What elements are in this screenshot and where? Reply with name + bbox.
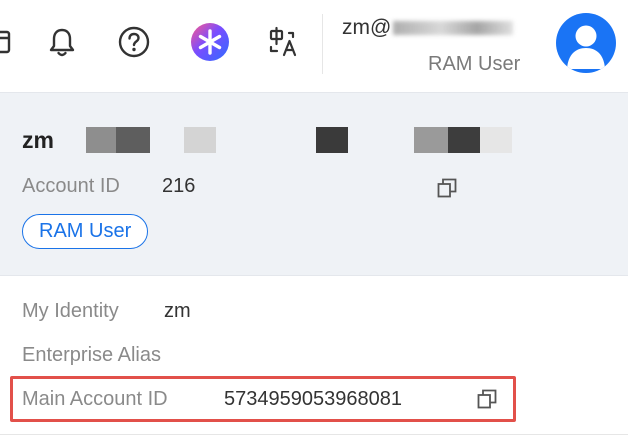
bottom-divider — [0, 434, 628, 435]
avatar[interactable] — [556, 13, 616, 73]
redaction-mask — [316, 127, 348, 153]
top-bar: zm@ RAM User — [0, 0, 628, 92]
redaction-mask — [480, 127, 512, 153]
identity-name: zm — [22, 127, 54, 153]
copy-icon[interactable] — [474, 386, 500, 412]
enterprise-alias-label: Enterprise Alias — [22, 344, 161, 366]
redacted-text — [393, 21, 514, 36]
redaction-mask — [414, 127, 448, 153]
window-icon[interactable] — [0, 22, 18, 62]
user-account-name[interactable]: zm@ — [342, 16, 538, 40]
user-account-prefix: zm@ — [342, 16, 392, 39]
redaction-mask — [184, 127, 216, 153]
identity-card: zm Account ID 216 RAM User — [0, 92, 628, 276]
role-badge: RAM User — [22, 214, 149, 249]
help-icon[interactable] — [114, 22, 154, 62]
redaction-mask — [116, 127, 150, 153]
header-divider — [322, 14, 323, 74]
account-id-label: Account ID — [22, 175, 120, 197]
main-account-id-value: 5734959053968081 — [224, 388, 402, 410]
main-account-id-label: Main Account ID — [22, 388, 168, 410]
language-icon[interactable] — [264, 22, 304, 62]
copy-icon[interactable] — [434, 175, 460, 201]
redaction-mask — [86, 127, 116, 153]
ai-assistant-icon[interactable] — [190, 22, 230, 62]
account-id-value: 216 — [162, 175, 196, 197]
my-identity-label: My Identity — [22, 300, 119, 322]
my-identity-value: zm — [164, 300, 191, 322]
bell-icon[interactable] — [42, 22, 82, 62]
user-role-label: RAM User — [428, 53, 521, 75]
redaction-mask — [448, 127, 480, 153]
